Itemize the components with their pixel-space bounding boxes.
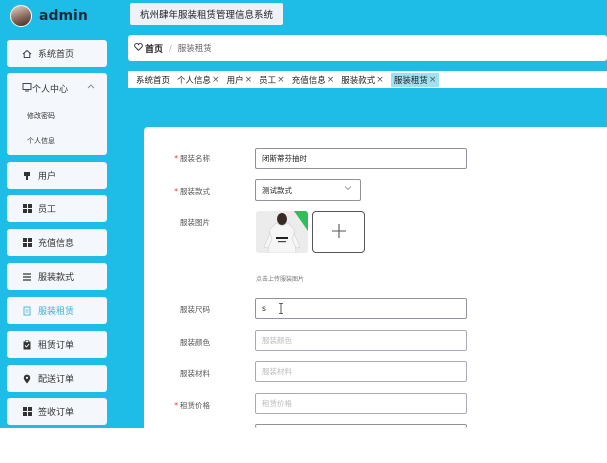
sidebar-item-clothing-rental[interactable]: 服装租赁 [7, 297, 107, 324]
color-label: 服装颜色 [180, 338, 210, 347]
sidebar-item-label: 用户 [38, 172, 57, 182]
clothing-image-thumbnail[interactable] [256, 211, 308, 253]
monitor-icon [22, 82, 32, 95]
tab-home[interactable]: 系统首页 [136, 73, 170, 87]
clothing-material-input[interactable]: 服装材料 [255, 361, 467, 382]
breadcrumb-current: 服装租赁 [177, 44, 212, 54]
home-icon [22, 49, 32, 59]
sidebar-item-label: 配送订单 [38, 375, 75, 385]
sidebar-item-signed-orders[interactable]: 签收订单 [7, 398, 107, 425]
sidebar-item-users[interactable]: 用户 [7, 162, 107, 189]
size-label: 服装尺码 [180, 305, 210, 314]
close-icon[interactable]: × [245, 75, 253, 85]
tab-clothing-rental[interactable]: 服装租赁 × [390, 72, 440, 87]
tab-personal-info[interactable]: 个人信息 × [177, 73, 220, 87]
plus-icon [331, 223, 347, 242]
close-icon[interactable]: × [429, 75, 437, 85]
system-title: 杭州肆年服装租赁管理信息系统 [130, 3, 284, 25]
sidebar-item-label: 系统首页 [38, 50, 75, 60]
grid-icon [22, 238, 32, 248]
image-label: 服装图片 [180, 218, 210, 227]
image-upload-button[interactable] [312, 211, 365, 253]
sidebar-item-clothing-style[interactable]: 服装款式 [7, 263, 107, 290]
chevron-down-icon [344, 185, 352, 193]
tab-label: 服装款式 [341, 75, 376, 86]
grid-icon [22, 407, 32, 417]
user-icon [22, 171, 32, 181]
tab-clothing-style[interactable]: 服装款式 × [341, 73, 384, 87]
clothing-color-input[interactable]: 服装颜色 [255, 330, 467, 351]
sidebar-item-label: 签收订单 [38, 408, 75, 418]
tab-users[interactable]: 用户 × [227, 73, 253, 87]
sidebar-group-personal-center: 个人中心 修改密码 个人信息 [7, 73, 107, 155]
close-icon[interactable]: × [327, 75, 335, 85]
sidebar-item-label: 租赁订单 [38, 341, 75, 351]
breadcrumb-separator: / [169, 43, 172, 53]
sidebar-item-home[interactable]: 系统首页 [7, 40, 107, 67]
tab-label: 系统首页 [136, 75, 171, 86]
breadcrumb-home[interactable]: 首页 [134, 42, 163, 55]
sidebar-item-label: 充值信息 [38, 239, 75, 249]
tab-label: 员工 [259, 75, 277, 86]
clipboard-icon [22, 339, 32, 350]
sidebar-item-rental-orders[interactable]: 租赁订单 [7, 331, 107, 358]
tab-staff[interactable]: 员工 × [259, 73, 285, 87]
breadcrumb-home-label: 首页 [145, 44, 164, 55]
select-value: 测试款式 [262, 185, 292, 195]
sidebar-item-label: 服装租赁 [38, 307, 75, 317]
price-label: * 租赁价格 [174, 401, 210, 410]
rental-price-input[interactable]: 租赁价格 [255, 393, 467, 414]
heart-icon [134, 42, 143, 54]
close-icon[interactable]: × [212, 75, 220, 85]
close-icon[interactable]: × [277, 75, 285, 85]
tab-recharge[interactable]: 充值信息 × [292, 73, 335, 87]
grid-icon [22, 204, 32, 214]
clothing-name-input[interactable]: 闭斯蒂芬抽时 [255, 148, 467, 169]
sidebar-item-label: 个人中心 [32, 84, 69, 95]
sidebar-subitem-change-password[interactable]: 修改密码 [7, 103, 107, 128]
list-icon [22, 272, 32, 282]
brand-name: admin [39, 8, 88, 24]
sidebar-item-delivery-orders[interactable]: 配送订单 [7, 365, 107, 392]
sidebar-subitem-personal-info[interactable]: 个人信息 [7, 128, 107, 153]
style-label: * 服装款式 [174, 187, 210, 196]
sidebar-item-personal-center[interactable]: 个人中心 [7, 73, 107, 103]
upload-hint: 点击上传服装图片 [256, 276, 305, 283]
pin-icon [22, 374, 32, 384]
tab-label: 用户 [226, 75, 244, 86]
sidebar-item-recharge[interactable]: 充值信息 [7, 229, 107, 256]
close-icon[interactable]: × [376, 75, 384, 85]
clothing-style-select[interactable]: 测试款式 [255, 179, 361, 201]
tab-label: 充值信息 [291, 75, 326, 86]
tab-label: 个人信息 [177, 75, 212, 86]
brand: admin [10, 4, 88, 28]
form-panel [144, 127, 607, 428]
text-cursor-icon [278, 303, 284, 314]
clothing-size-input[interactable]: s [255, 298, 467, 319]
sidebar-item-staff[interactable]: 员工 [7, 195, 107, 222]
sidebar-item-label: 员工 [38, 205, 57, 215]
tab-label: 服装租赁 [393, 75, 428, 86]
sidebar-item-label: 服装款式 [38, 273, 75, 283]
chevron-up-icon [87, 82, 95, 91]
doc-icon [22, 306, 32, 316]
tab-bar: 系统首页 个人信息 × 用户 × 员工 × 充值信息 × 服装款式 × 服装租赁 × [128, 71, 607, 88]
sidebar: admin 系统首页 个人中心 修改密码 个人信息 用户 员工 充值信息 服装款… [0, 0, 112, 428]
breadcrumb: 首页 / 服装租赁 [128, 35, 607, 61]
name-label: * 服装名称 [174, 154, 210, 163]
avatar[interactable] [10, 5, 32, 27]
page-footer-area [0, 428, 607, 463]
material-label: 服装材料 [180, 369, 210, 378]
